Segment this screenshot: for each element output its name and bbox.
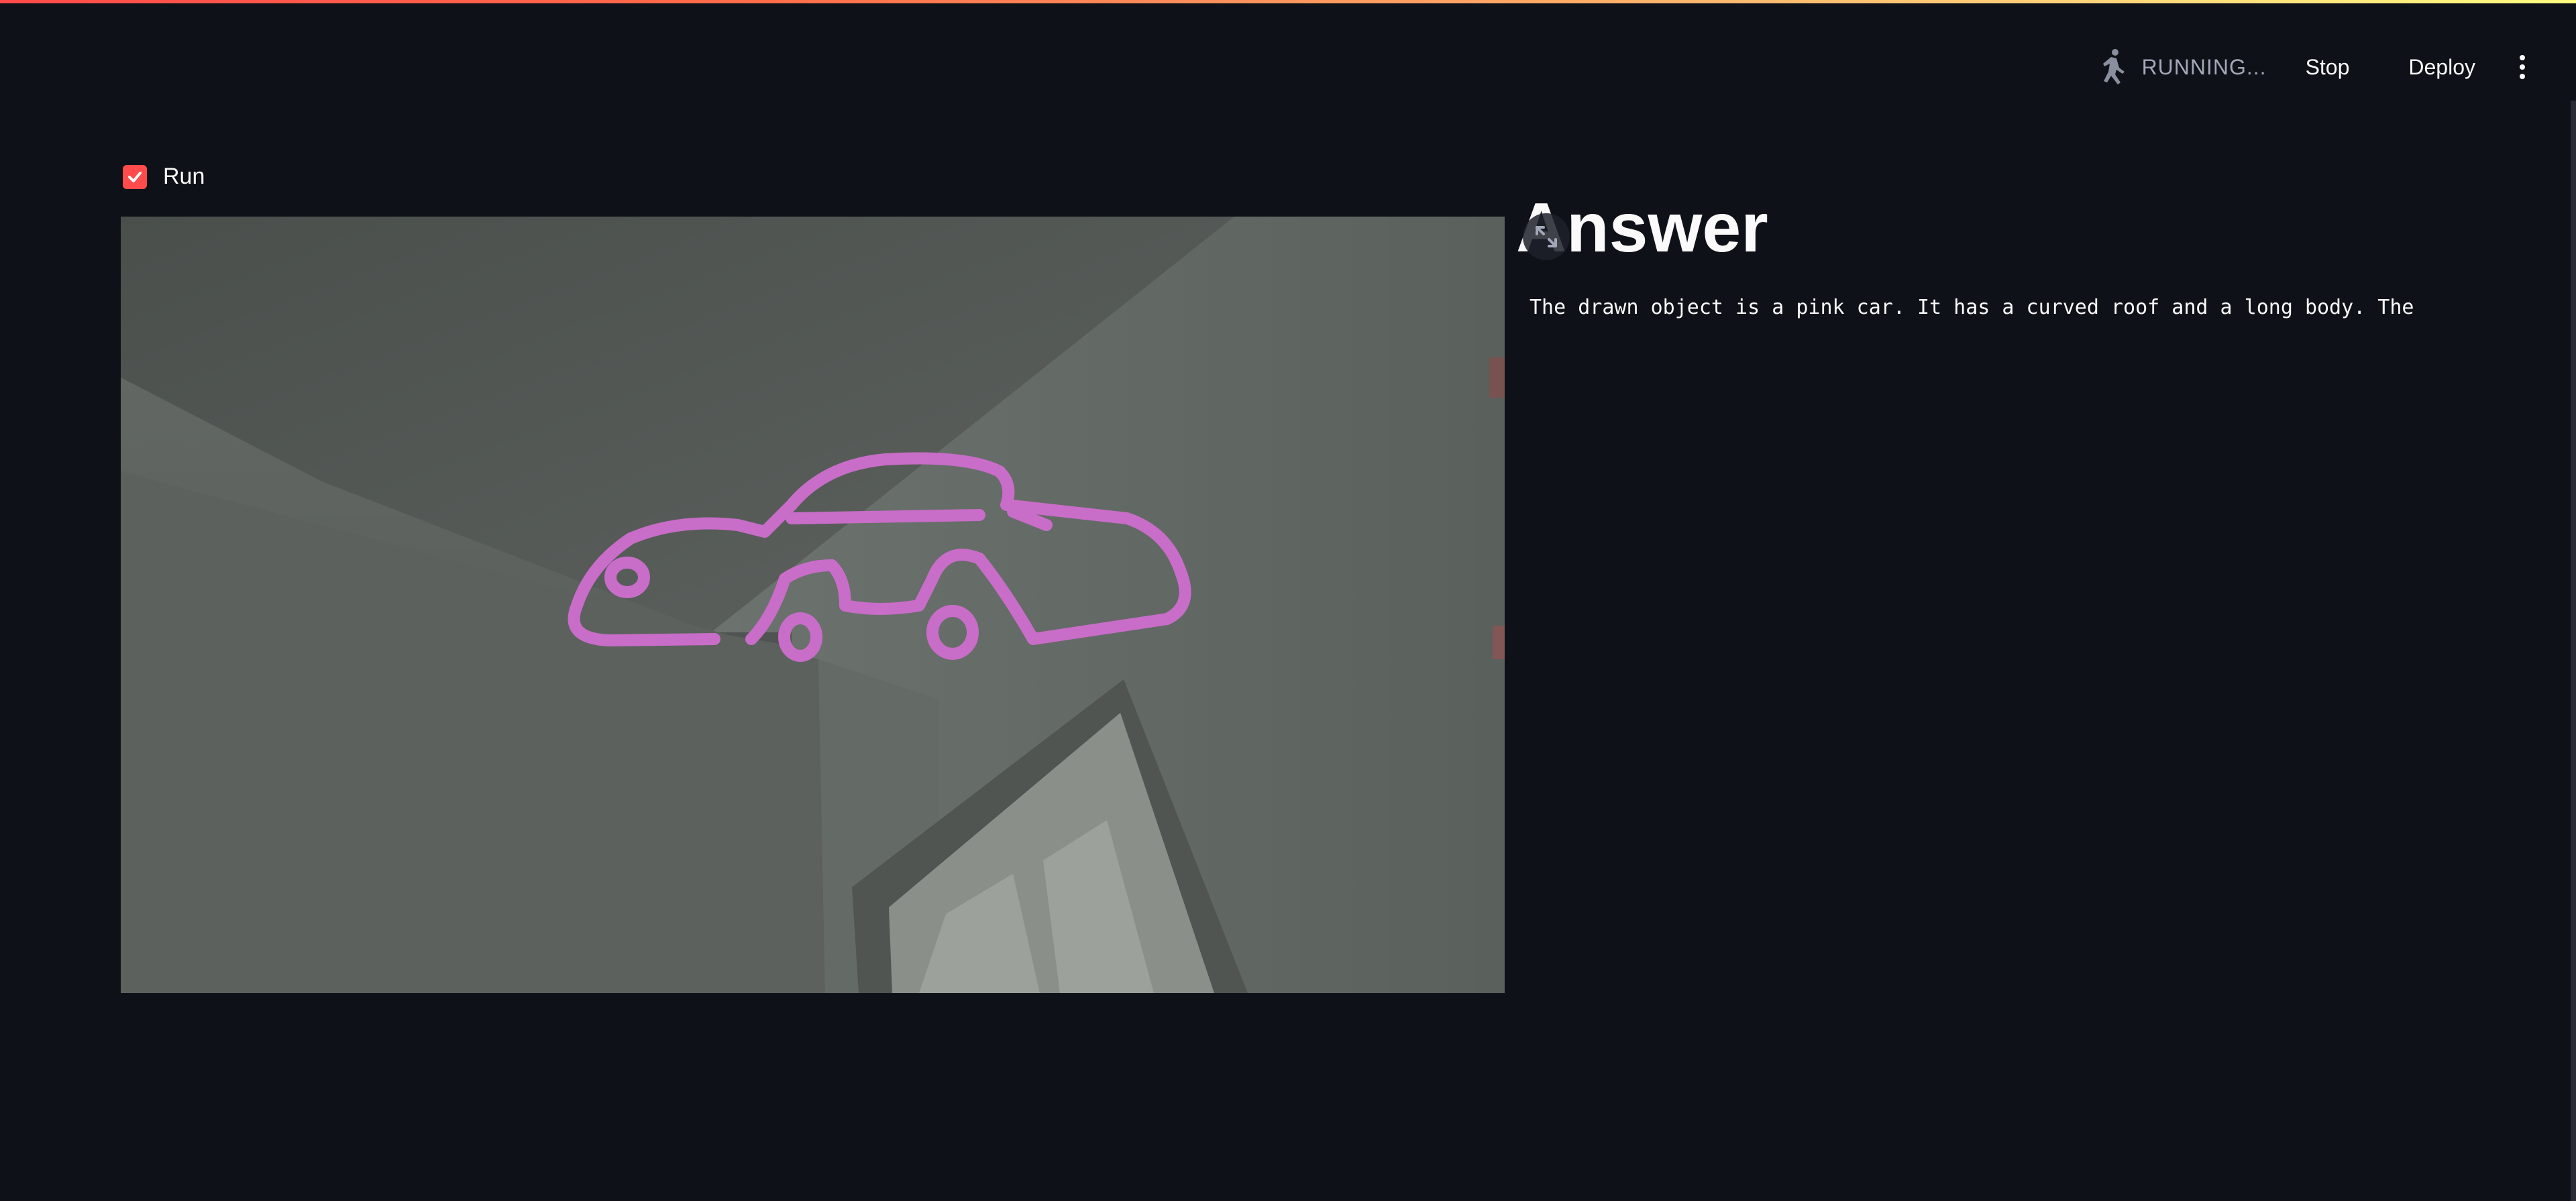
- deploy-button[interactable]: Deploy: [2395, 48, 2489, 87]
- stop-button[interactable]: Stop: [2292, 48, 2363, 87]
- webcam-scene: [121, 217, 1505, 993]
- run-checkbox-label: Run: [163, 164, 205, 189]
- app-toolbar: RUNNING... Stop Deploy: [2096, 47, 2536, 87]
- top-decoration-bar: [0, 0, 2576, 3]
- running-status: RUNNING...: [2096, 48, 2267, 87]
- kebab-menu-icon[interactable]: [2509, 47, 2536, 87]
- running-status-label: RUNNING...: [2141, 54, 2267, 79]
- fullscreen-icon[interactable]: [1523, 213, 1570, 260]
- webcam-video-frame: [121, 217, 1505, 993]
- run-checkbox[interactable]: Run: [123, 164, 205, 190]
- checkbox-checked-icon[interactable]: [123, 164, 147, 189]
- page-scrollbar[interactable]: [2571, 101, 2576, 1201]
- answer-text: The drawn object is a pink car. It has a…: [1529, 296, 2414, 319]
- running-person-icon: [2102, 49, 2125, 84]
